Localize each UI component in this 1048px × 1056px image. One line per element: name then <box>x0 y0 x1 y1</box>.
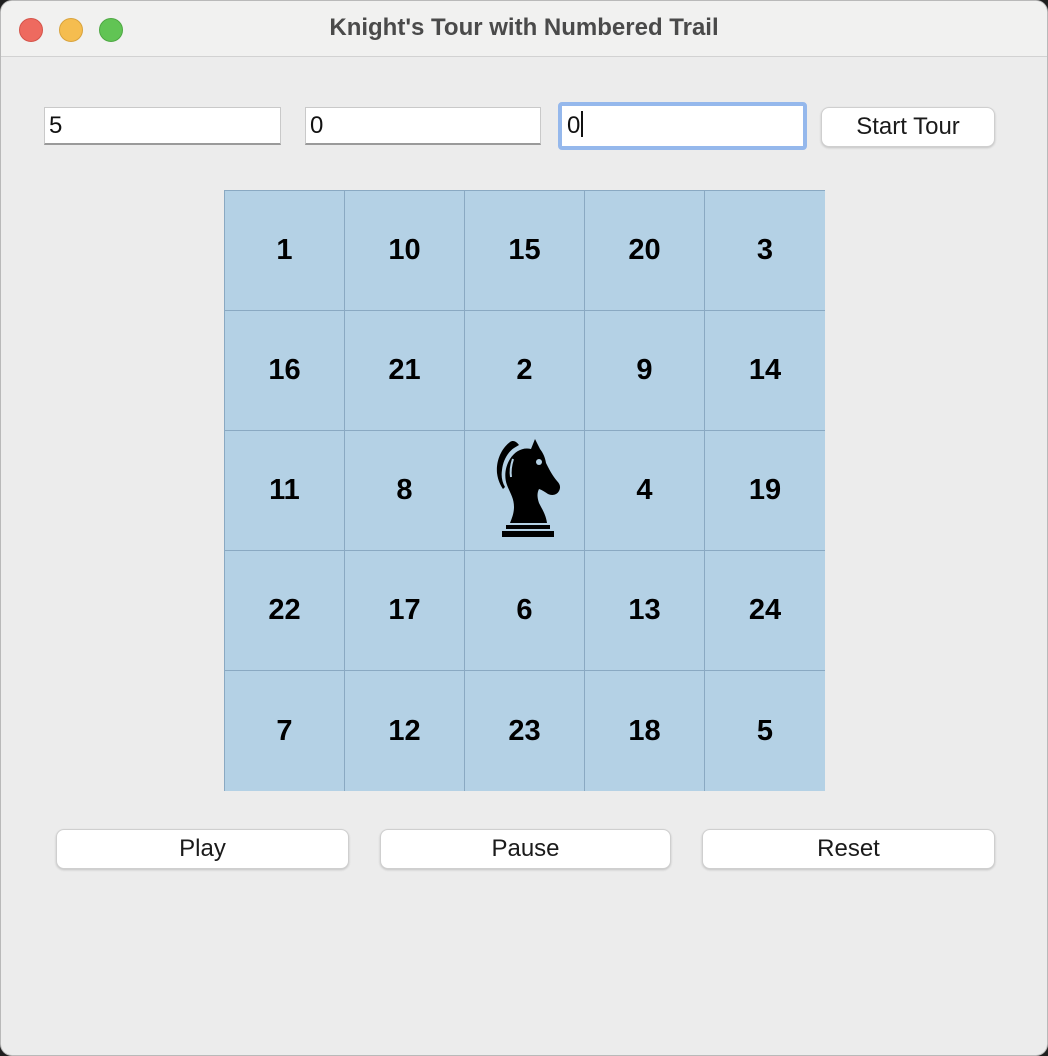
knight-icon <box>483 435 567 547</box>
window-title: Knight's Tour with Numbered Trail <box>329 14 719 41</box>
chess-board: 1 10 15 20 3 16 21 2 9 14 11 8 4 19 22 17 6 13 24 7 12 23 18 5 <box>224 190 825 791</box>
play-button[interactable]: Play <box>56 829 349 869</box>
move-number: 16 <box>268 354 301 386</box>
board-cell: 3 <box>705 191 825 311</box>
board-cell: 17 <box>345 551 465 671</box>
move-number: 20 <box>628 234 661 266</box>
move-number: 8 <box>396 474 413 506</box>
pause-button[interactable]: Pause <box>380 829 671 869</box>
move-number: 14 <box>748 354 782 386</box>
move-number: 5 <box>756 714 774 747</box>
board-cell: 4 <box>585 431 705 551</box>
move-number: 21 <box>388 354 421 386</box>
board-cell <box>465 431 585 551</box>
move-number: 4 <box>636 474 653 506</box>
board-cell: 7 <box>225 671 345 791</box>
board-cell: 24 <box>705 551 825 671</box>
board-cell: 13 <box>585 551 705 671</box>
board-cell: 12 <box>345 671 465 791</box>
move-number: 7 <box>276 714 293 747</box>
start-col-input[interactable]: 0 <box>558 102 807 150</box>
move-number: 10 <box>388 234 421 266</box>
move-number: 2 <box>516 354 533 386</box>
start-row-input[interactable]: 0 <box>305 107 541 145</box>
board-cell: 23 <box>465 671 585 791</box>
board-cell: 1 <box>225 191 345 311</box>
board-cell: 18 <box>585 671 705 791</box>
move-number: 6 <box>516 594 533 626</box>
move-number: 17 <box>388 594 421 626</box>
title-bar: Knight's Tour with Numbered Trail <box>1 1 1047 57</box>
board-size-input[interactable]: 5 <box>44 107 281 145</box>
board-cell: 6 <box>465 551 585 671</box>
board-cell: 22 <box>225 551 345 671</box>
board-cell: 14 <box>705 311 825 431</box>
move-number: 12 <box>388 714 421 747</box>
app-window: Knight's Tour with Numbered Trail 5 0 0 … <box>0 0 1048 1056</box>
board-cell: 9 <box>585 311 705 431</box>
board-cell: 2 <box>465 311 585 431</box>
move-number: 9 <box>636 354 653 386</box>
board-size-value: 5 <box>49 112 63 139</box>
board-cell: 15 <box>465 191 585 311</box>
board-cell: 16 <box>225 311 345 431</box>
move-number: 24 <box>748 594 782 626</box>
board-cell: 11 <box>225 431 345 551</box>
reset-button[interactable]: Reset <box>702 829 995 869</box>
move-number: 3 <box>756 234 774 266</box>
board-cell: 5 <box>705 671 825 791</box>
start-tour-button[interactable]: Start Tour <box>821 107 995 147</box>
move-number: 22 <box>268 594 301 626</box>
move-number: 23 <box>508 714 541 747</box>
move-number: 18 <box>628 714 661 747</box>
board-cell: 19 <box>705 431 825 551</box>
move-number: 19 <box>748 474 782 506</box>
move-number: 11 <box>269 474 300 506</box>
start-col-value: 0 <box>567 112 581 139</box>
move-number: 1 <box>276 234 293 266</box>
text-caret <box>581 111 584 137</box>
start-row-value: 0 <box>310 112 324 139</box>
board-cell: 10 <box>345 191 465 311</box>
board-cell: 8 <box>345 431 465 551</box>
move-number: 15 <box>508 234 541 266</box>
move-number: 13 <box>628 594 661 626</box>
board-cell: 20 <box>585 191 705 311</box>
board-cell: 21 <box>345 311 465 431</box>
